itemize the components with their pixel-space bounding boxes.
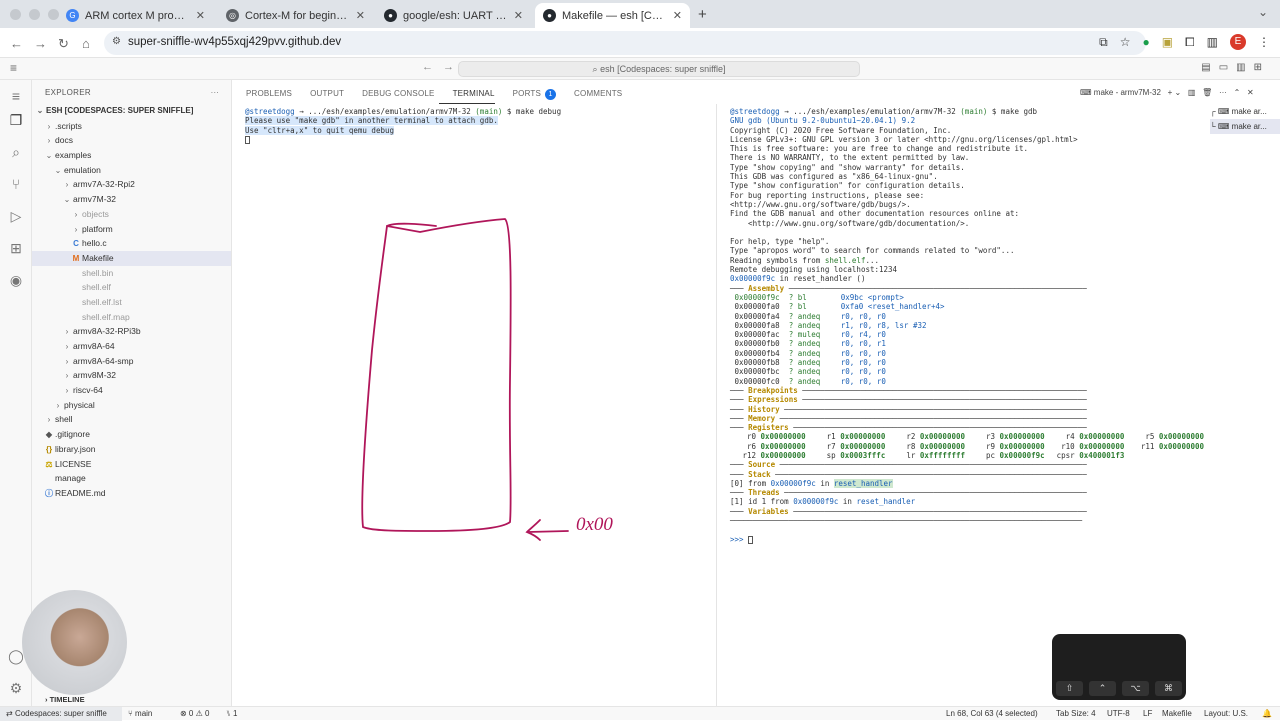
remote-label: Codespaces: super sniffle	[14, 709, 107, 718]
status-bar: ⇄ Codespaces: super sniffle ⑂ main ⊗ 0 ⚠…	[0, 706, 1280, 721]
presenter-webcam	[22, 590, 127, 695]
eol[interactable]: LF	[1143, 709, 1152, 718]
language-mode[interactable]: Makefile	[1162, 709, 1192, 718]
modifier-key: ⌘	[1155, 681, 1182, 696]
annotation-arrow	[525, 519, 569, 541]
remote-indicator[interactable]: ⇄ Codespaces: super sniffle	[0, 707, 122, 721]
keyboard-layout[interactable]: Layout: U.S.	[1204, 709, 1248, 718]
annotation-label: 0x00	[576, 514, 613, 535]
annotation-memory-box	[361, 218, 512, 532]
cursor-position[interactable]: Ln 68, Col 63 (4 selected)	[946, 709, 1038, 718]
branch-indicator[interactable]: ⑂ main	[128, 709, 152, 718]
keyboard-overlay: ⇧ ⌃ ⌥ ⌘	[1052, 634, 1186, 700]
annotation-overlay: 0x00	[361, 218, 613, 541]
modifier-key: ⌃	[1089, 681, 1116, 696]
problems-indicator[interactable]: ⊗ 0 ⚠ 0	[180, 709, 209, 718]
ports-indicator[interactable]: ⑊ 1	[226, 709, 237, 718]
encoding[interactable]: UTF-8	[1107, 709, 1130, 718]
modifier-key: ⌥	[1122, 681, 1149, 696]
ports-count: 1	[233, 709, 238, 718]
modifier-key: ⇧	[1056, 681, 1083, 696]
notifications-icon[interactable]: 🔔	[1262, 709, 1272, 718]
branch-label: main	[135, 709, 153, 718]
tab-size[interactable]: Tab Size: 4	[1056, 709, 1096, 718]
